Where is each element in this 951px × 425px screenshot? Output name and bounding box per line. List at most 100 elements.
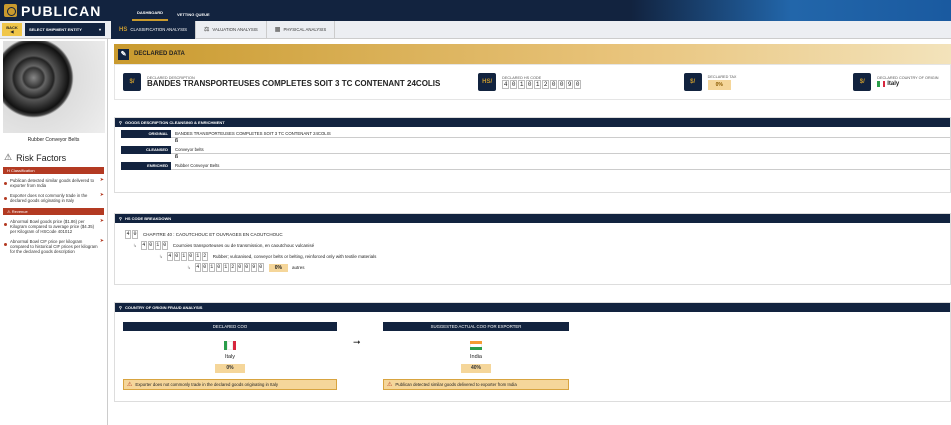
declared-tax-field: $/ DECLARED TAX 0% xyxy=(676,73,846,91)
country-icon: $/ xyxy=(853,73,872,91)
italy-flag-icon xyxy=(877,81,886,87)
hs-digit: 9 xyxy=(250,263,257,272)
hs-level-heading: ↳ 4010 Courroies transporteuses ou de tr… xyxy=(133,240,950,251)
suggested-coo-alert: ⚠ Publican detected similar goods delive… xyxy=(383,379,569,390)
hs-level-text: Rubber; vulcanised, conveyor belts or be… xyxy=(212,254,377,259)
hs-level-subheading: ↳ 401012 Rubber; vulcanised, conveyor be… xyxy=(159,251,950,262)
risk-item-text: Abnormal Bowl goods price ($1.86) per Ki… xyxy=(10,219,95,234)
hs-level-text: Courroies transporteuses ou de transmiss… xyxy=(172,243,315,248)
chevron-down-icon: ▾ xyxy=(98,27,101,32)
bullet-icon xyxy=(4,223,7,226)
goods-description-panel: ⚲ GOODS DESCRIPTION CLEANSING & ENRICHME… xyxy=(114,117,951,193)
top-bar: PUBLICAN DASHBOARD VETTING QUEUE xyxy=(0,0,951,21)
declared-tax-label: DECLARED TAX xyxy=(707,74,737,79)
chevron-right-icon: ➤ xyxy=(99,192,104,198)
declared-data-body: $/ DECLARED DESCRIPTION BANDES TRANSPORT… xyxy=(114,64,951,100)
hs-digit: 1 xyxy=(208,263,215,272)
header-banner xyxy=(631,0,951,21)
declared-coo-alert: ⚠ Exporter does not commonly trade in th… xyxy=(123,379,337,390)
suggested-coo-pct: 40% xyxy=(461,364,491,373)
goods-row-original: ORIGINAL BANDES TRANSPORTEUSES COMPLETES… xyxy=(121,130,950,138)
suggested-coo-country: India xyxy=(470,354,482,360)
declared-country-value: Italy xyxy=(887,81,900,87)
coo-fraud-header: ⚲ COUNTRY OF ORIGIN FRAUD ANALYSIS xyxy=(115,303,950,312)
hs-digit: 1 xyxy=(518,79,526,89)
back-arrow-icon: ◀ xyxy=(10,28,14,34)
declared-tax-value: 0% xyxy=(707,79,731,90)
warning-icon: ⚠ xyxy=(387,382,393,388)
hs-digit: 4 xyxy=(194,263,201,272)
declared-hs-code: 4010120090 xyxy=(502,79,582,89)
hs-breakdown-panel: ⚲ HS CODE BREAKDOWN 40 CHAPITRE 40 : CAO… xyxy=(114,213,951,285)
bullet-icon xyxy=(4,197,7,200)
tree-branch-icon: ↳ xyxy=(159,253,163,259)
risk-section-classification: H Classification xyxy=(3,167,104,174)
hs-digit: 0 xyxy=(574,79,582,89)
tab-label: CLASSIFICATION ANALYSIS xyxy=(130,27,188,32)
goods-row-enriched: ENRICHED Rubber Conveyor Belts xyxy=(121,162,950,170)
declared-description-field: $/ DECLARED DESCRIPTION BANDES TRANSPORT… xyxy=(115,73,470,91)
risk-item-text: Exporter does not commonly trade in the … xyxy=(10,193,88,203)
risk-item[interactable]: Abnormal Bowl goods price ($1.86) per Ki… xyxy=(0,217,107,237)
goods-row-value: Rubber Conveyor Belts xyxy=(171,162,950,170)
tab-classification-analysis[interactable]: HS CLASSIFICATION ANALYSIS xyxy=(111,20,197,39)
risk-section-label: Revenue xyxy=(11,209,28,214)
hs-icon: HS/ xyxy=(478,73,497,91)
hs-digit: 0 xyxy=(187,252,194,261)
hs-tax-badge: 0% xyxy=(268,263,289,272)
shipment-select[interactable]: SELECT SHIPMENT ENTITY ▾ xyxy=(25,23,105,36)
hs-digit: 4 xyxy=(166,252,173,261)
sidebar-divider xyxy=(107,39,108,425)
description-icon: $/ xyxy=(123,73,141,91)
bullet-icon xyxy=(4,243,7,246)
hs-digit: 0 xyxy=(215,263,222,272)
suggested-coo-alert-text: Publican detected similar goods delivere… xyxy=(395,382,517,387)
tax-icon: $/ xyxy=(683,73,702,91)
chevron-right-icon: ➤ xyxy=(99,218,104,224)
hs-digits: 4010 xyxy=(140,241,169,250)
goods-row-label: ORIGINAL xyxy=(121,130,171,138)
hs-digits: 4010120090 xyxy=(194,263,265,272)
hs-digit: 1 xyxy=(222,263,229,272)
goods-row-label: CLEANSED xyxy=(121,146,171,154)
hs-digit: 4 xyxy=(140,241,147,250)
declared-description-value: BANDES TRANSPORTEUSES COMPLETES SOIT 3 T… xyxy=(147,79,441,88)
risk-item[interactable]: Publican detected similar goods delivere… xyxy=(0,176,107,191)
pencil-icon: ✎ xyxy=(118,48,129,60)
main-content: ✎ DECLARED DATA $/ DECLARED DESCRIPTION … xyxy=(114,44,951,402)
flow-connector-icon: ß xyxy=(175,138,179,144)
declared-coo-country: Italy xyxy=(224,354,236,360)
hs-level-text: CHAPITRE 40 : CAOUTCHOUC ET OUVRAGES EN … xyxy=(143,232,283,237)
hs-digit: 4 xyxy=(125,230,131,239)
tab-valuation-analysis[interactable]: ⚖ VALUATION ANALYSIS xyxy=(196,20,267,39)
risk-section-label: Classification xyxy=(11,168,35,173)
hs-digit: 9 xyxy=(566,79,574,89)
declared-data-title: DECLARED DATA xyxy=(134,51,185,57)
hs-digit: 2 xyxy=(542,79,550,89)
logo[interactable]: PUBLICAN xyxy=(0,0,112,21)
tab-physical-analysis[interactable]: ▦ PHYSICAL ANALYSIS xyxy=(267,20,336,39)
hs-breakdown-header: ⚲ HS CODE BREAKDOWN xyxy=(115,214,950,223)
goods-description-header: ⚲ GOODS DESCRIPTION CLEANSING & ENRICHME… xyxy=(115,118,950,127)
declared-coo-card: DECLARED COO Italy 0% ⚠ Exporter does no… xyxy=(123,322,337,390)
hs-breakdown-title: HS CODE BREAKDOWN xyxy=(124,216,172,221)
back-button[interactable]: BACK ◀ xyxy=(2,23,22,36)
hs-digit: 0 xyxy=(236,263,243,272)
goods-row-cleansed: CLEANSED Conveyor belts xyxy=(121,146,950,154)
hs-digit: 0 xyxy=(243,263,250,272)
india-flag-icon xyxy=(470,341,482,350)
shipment-select-label: SELECT SHIPMENT ENTITY xyxy=(29,27,82,32)
hs-digit: 0 xyxy=(558,79,566,89)
nav-dashboard[interactable]: DASHBOARD xyxy=(132,10,168,21)
risk-item[interactable]: Abnormal Bowl CIF price per kilogram com… xyxy=(0,237,107,257)
secondary-bar: BACK ◀ SELECT SHIPMENT ENTITY ▾ HS CLASS… xyxy=(0,20,951,39)
sidebar: Rubber Conveyor Belts ⚠ Risk Factors H C… xyxy=(0,39,108,425)
hs-digit: 1 xyxy=(180,252,187,261)
risk-factors-title: ⚠ Risk Factors xyxy=(4,152,107,163)
hs-digit: 1 xyxy=(534,79,542,89)
tree-branch-icon: ↳ xyxy=(187,264,191,270)
hs-digit: 0 xyxy=(257,263,264,272)
risk-item[interactable]: Exporter does not commonly trade in the … xyxy=(0,191,107,206)
warning-icon: ⚠ xyxy=(127,382,133,388)
chevron-right-icon: ➤ xyxy=(99,177,104,183)
